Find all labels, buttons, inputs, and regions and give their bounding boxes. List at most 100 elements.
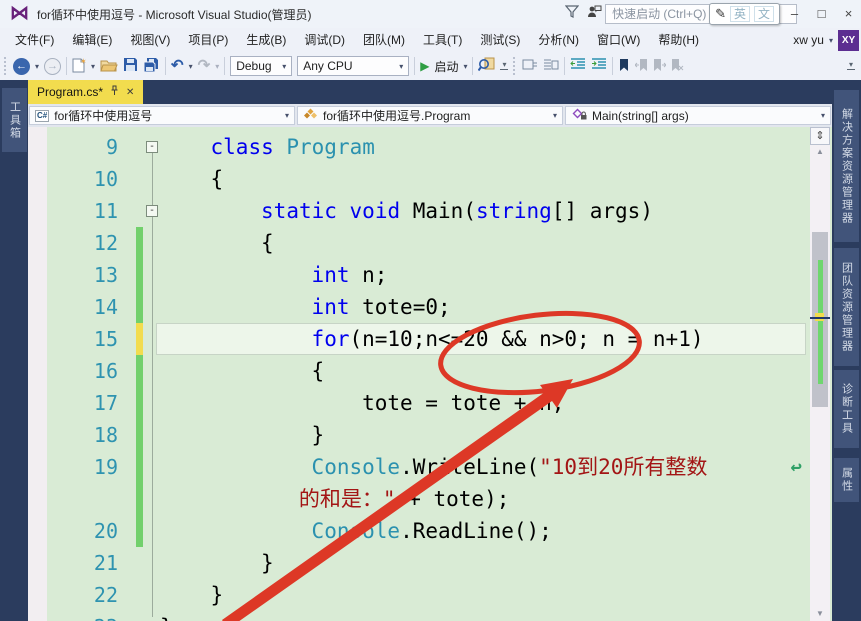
project-dropdown[interactable]: C# for循环中使用逗号 ▾ (29, 106, 295, 125)
send-feedback-icon[interactable] (583, 5, 605, 23)
line-number[interactable]: 12 (46, 227, 118, 259)
menu-item[interactable]: 团队(M) (354, 33, 414, 47)
undo-button[interactable]: ↶ (171, 58, 184, 74)
code-text[interactable]: int tote=0; (312, 291, 451, 323)
redo-button[interactable]: ↷ (198, 58, 211, 74)
notifications-flag-icon[interactable] (561, 5, 583, 23)
menu-item[interactable]: 窗口(W) (588, 33, 649, 47)
undo-caret-icon[interactable]: ▾ (189, 62, 193, 71)
code-text[interactable]: int n; (312, 259, 388, 291)
code-text[interactable]: Console.WriteLine("10到20所有整数 (312, 451, 708, 483)
navigate-back-button[interactable]: ← (13, 57, 30, 75)
line-number[interactable]: 18 (46, 419, 118, 451)
line-number[interactable]: 9 (46, 131, 118, 163)
line-number[interactable]: 17 (46, 387, 118, 419)
sidebar-tab-toolbox[interactable]: 工具箱 (2, 88, 27, 152)
menu-item[interactable]: 项目(P) (179, 33, 237, 47)
maximize-button[interactable]: □ (809, 3, 834, 25)
line-number[interactable]: 20 (46, 515, 118, 547)
member-dropdown[interactable]: Main(string[] args) ▾ (565, 106, 831, 125)
fold-collapse-box[interactable]: - (146, 141, 158, 153)
solution-configuration-select[interactable]: Debug ▾ (230, 56, 293, 76)
code-line[interactable]: 的和是：" + tote); (28, 483, 832, 515)
code-text[interactable]: } (312, 419, 325, 451)
toolbar-overflow-button[interactable]: ▾ (500, 60, 509, 70)
line-number[interactable]: 16 (46, 355, 118, 387)
line-number[interactable]: 22 (46, 579, 118, 611)
code-text[interactable]: { (211, 163, 224, 195)
menu-item[interactable]: 调试(D) (295, 33, 354, 47)
code-line[interactable]: 19 Console.WriteLine("10到20所有整数 ↩ (28, 451, 832, 483)
comment-selection-button[interactable] (522, 58, 538, 75)
code-line[interactable]: 17 tote = tote + n; (28, 387, 832, 419)
toolbar-overflow-button[interactable]: ▾ (847, 60, 855, 70)
start-debug-play-icon[interactable]: ▶ (420, 59, 429, 73)
code-line[interactable]: 21} (28, 547, 832, 579)
code-line[interactable]: 22} (28, 579, 832, 611)
code-text[interactable]: } (160, 611, 173, 621)
code-text[interactable]: } (261, 547, 274, 579)
code-line[interactable]: 15 for(n=10;n<=20 && n>0; n = n+1) (28, 323, 832, 355)
sidebar-tab-solution-explorer[interactable]: 解决方案资源管理器 (834, 90, 859, 242)
increase-indent-button[interactable] (591, 58, 607, 74)
code-text[interactable]: 的和是：" + tote); (299, 483, 509, 515)
menu-item[interactable]: 工具(T) (414, 33, 471, 47)
ime-indicator[interactable]: ✎ 英 文 (709, 3, 780, 25)
next-bookmark-button[interactable] (653, 58, 668, 75)
code-text[interactable]: } (211, 579, 224, 611)
menu-item[interactable]: 编辑(E) (63, 33, 121, 47)
line-number[interactable]: 19 (46, 451, 118, 483)
user-avatar[interactable]: XY (838, 29, 859, 51)
tab-close-icon[interactable]: ✕ (126, 87, 134, 98)
code-line[interactable]: 13 int n; (28, 259, 832, 291)
code-text[interactable]: class Program (211, 131, 375, 163)
line-number[interactable]: 13 (46, 259, 118, 291)
code-line[interactable]: 16 { (28, 355, 832, 387)
code-line[interactable]: 12 { (28, 227, 832, 259)
editor-vertical-scrollbar[interactable]: ⇕ ▲ ▼ (810, 127, 830, 621)
line-number[interactable]: 15 (46, 323, 118, 355)
navigate-forward-button[interactable]: → (44, 57, 62, 75)
previous-bookmark-button[interactable] (634, 58, 648, 75)
scroll-up-button[interactable]: ▲ (810, 145, 830, 159)
menu-item[interactable]: 生成(B) (237, 33, 295, 47)
navigate-back-caret-icon[interactable]: ▾ (35, 62, 39, 71)
sidebar-tab-diagnostic-tools[interactable]: 诊断工具 (834, 370, 859, 448)
toolbar-grip[interactable] (4, 57, 8, 75)
new-file-caret-icon[interactable]: ▾ (91, 62, 95, 71)
code-text[interactable]: { (312, 355, 325, 387)
fold-collapse-box[interactable]: - (146, 205, 158, 217)
menu-item[interactable]: 帮助(H) (649, 33, 708, 47)
menu-item[interactable]: 分析(N) (529, 33, 588, 47)
tab-program-cs[interactable]: Program.cs* ✕ (28, 80, 144, 104)
code-text[interactable]: static void Main(string[] args) (261, 195, 653, 227)
line-number[interactable]: 23 (46, 611, 118, 621)
code-line[interactable]: 14 int tote=0; (28, 291, 832, 323)
sidebar-tab-properties[interactable]: 属性 (834, 458, 859, 502)
save-button[interactable] (123, 57, 138, 75)
user-caret-icon[interactable]: ▾ (829, 36, 833, 45)
code-line[interactable]: 23} (28, 611, 832, 621)
pin-icon[interactable] (110, 85, 119, 99)
splitter-handle[interactable]: ⇕ (810, 127, 830, 145)
code-line[interactable]: 9 - class Program (28, 131, 832, 163)
line-number[interactable]: 14 (46, 291, 118, 323)
user-name[interactable]: xw yu (793, 33, 824, 47)
solution-platform-select[interactable]: Any CPU ▾ (297, 56, 410, 76)
toggle-bookmark-button[interactable] (618, 58, 630, 75)
decrease-indent-button[interactable] (570, 58, 586, 74)
code-line[interactable]: 18} (28, 419, 832, 451)
line-number[interactable]: 21 (46, 547, 118, 579)
close-button[interactable]: × (836, 3, 861, 25)
code-text[interactable]: for(n=10;n<=20 && n>0; n = n+1) (312, 323, 704, 355)
sidebar-tab-team-explorer[interactable]: 团队资源管理器 (834, 248, 859, 366)
line-number[interactable]: 11 (46, 195, 118, 227)
menu-item[interactable]: 测试(S) (471, 33, 529, 47)
find-in-code-button[interactable] (478, 57, 495, 75)
code-line[interactable]: 10 { (28, 163, 832, 195)
new-file-button[interactable]: ✶ (72, 57, 87, 76)
code-line[interactable]: 11 - static void Main(string[] args) (28, 195, 832, 227)
redo-caret-icon[interactable]: ▾ (215, 62, 219, 71)
code-line[interactable]: 20 Console.ReadLine(); (28, 515, 832, 547)
code-editor[interactable]: 9 - class Program 10 {11 - static void Main(st… (28, 127, 832, 621)
